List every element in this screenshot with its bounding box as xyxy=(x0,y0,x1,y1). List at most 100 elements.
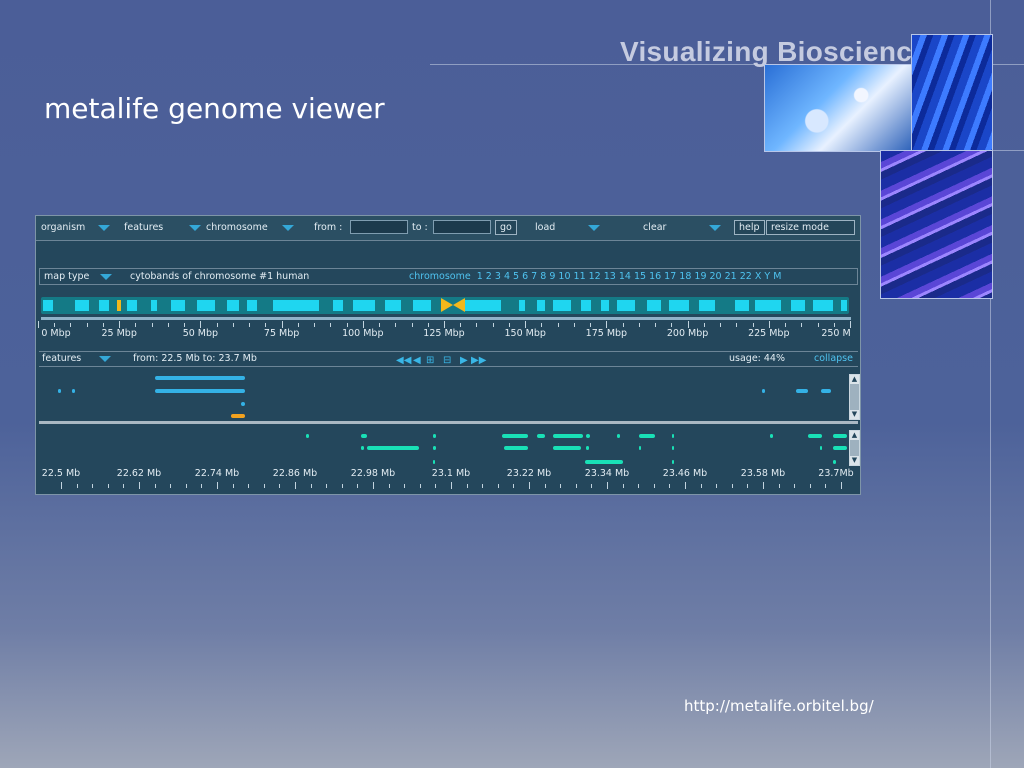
feature-bar[interactable] xyxy=(672,434,674,438)
features-track-menu[interactable]: features xyxy=(42,353,81,364)
map-type-menu[interactable]: map type xyxy=(44,271,89,282)
chromosome-link[interactable]: 1 xyxy=(474,271,483,282)
feature-bar[interactable] xyxy=(155,389,245,393)
from-input[interactable] xyxy=(350,220,408,234)
chromosome-link[interactable]: 7 xyxy=(528,271,537,282)
track-2-scrollbar[interactable]: ▲ ▼ xyxy=(849,430,860,466)
chromosome-link[interactable]: 20 xyxy=(706,271,722,282)
feature-bar[interactable] xyxy=(433,434,436,438)
resize-mode-button[interactable]: resize mode xyxy=(766,220,855,235)
chromosome-ideogram[interactable] xyxy=(41,297,849,314)
zoom-out-icon[interactable]: ⊟ xyxy=(443,355,451,366)
chromosome-link[interactable]: 2 xyxy=(483,271,492,282)
feature-bar[interactable] xyxy=(553,434,583,438)
chromosome-link[interactable]: 11 xyxy=(571,271,586,282)
feature-bar[interactable] xyxy=(672,460,674,464)
chromosome-link[interactable]: X xyxy=(752,271,762,282)
organism-menu[interactable]: organism xyxy=(41,222,85,233)
organism-dropdown-icon[interactable] xyxy=(98,225,110,231)
chromosome-link[interactable]: 15 xyxy=(631,271,646,282)
feature-bar[interactable] xyxy=(72,389,75,393)
chromosome-link[interactable]: 22 xyxy=(737,271,752,282)
chromosome-link[interactable]: 21 xyxy=(722,271,737,282)
source-url[interactable]: http://metalife.orbitel.bg/ xyxy=(684,697,874,715)
feature-bar[interactable] xyxy=(537,434,545,438)
chromosome-dropdown-icon[interactable] xyxy=(282,225,294,231)
feature-bar[interactable] xyxy=(796,389,808,393)
scroll-up-icon-2[interactable]: ▲ xyxy=(850,431,859,440)
chromosome-link[interactable]: Y xyxy=(761,271,770,282)
features-track-dropdown-icon[interactable] xyxy=(99,356,111,362)
feature-bar[interactable] xyxy=(820,446,822,450)
map-type-dropdown-icon[interactable] xyxy=(100,274,112,280)
load-dropdown-icon[interactable] xyxy=(588,225,600,231)
rewind-icon[interactable]: ◀◀ xyxy=(396,355,411,366)
feature-bar[interactable] xyxy=(639,434,655,438)
feature-bar[interactable] xyxy=(553,446,581,450)
chromosome-link[interactable]: 19 xyxy=(691,271,706,282)
feature-bar[interactable] xyxy=(833,434,847,438)
clear-menu[interactable]: clear xyxy=(643,222,666,233)
chromosome-menu[interactable]: chromosome xyxy=(206,222,268,233)
feature-bar[interactable] xyxy=(821,389,831,393)
feature-bar[interactable] xyxy=(367,446,419,450)
feature-bar[interactable] xyxy=(504,446,528,450)
to-input[interactable] xyxy=(433,220,491,234)
fast-forward-icon[interactable]: ▶▶ xyxy=(471,355,486,366)
feature-bar[interactable] xyxy=(241,402,245,406)
clear-dropdown-icon[interactable] xyxy=(709,225,721,231)
chromosome-link[interactable]: 14 xyxy=(616,271,631,282)
scale-tick xyxy=(184,323,186,327)
feature-bar[interactable] xyxy=(586,434,590,438)
chromosome-link[interactable]: M xyxy=(770,271,781,282)
feature-bar[interactable] xyxy=(231,414,245,418)
scale-tick xyxy=(139,482,140,489)
feature-bar[interactable] xyxy=(808,434,822,438)
scale-tick xyxy=(529,482,530,489)
feature-bar[interactable] xyxy=(672,446,674,450)
go-button[interactable]: go xyxy=(495,220,517,235)
feature-bar[interactable] xyxy=(306,434,309,438)
chromosome-link[interactable]: 12 xyxy=(586,271,601,282)
chromosome-link[interactable]: 10 xyxy=(555,271,570,282)
feature-bar[interactable] xyxy=(639,446,641,450)
features-dropdown-icon[interactable] xyxy=(189,225,201,231)
biology-photo-dna-grid xyxy=(911,34,993,152)
feature-bar[interactable] xyxy=(585,460,623,464)
feature-bar[interactable] xyxy=(502,434,528,438)
chromosome-link[interactable]: 3 xyxy=(492,271,501,282)
chromosome-link[interactable]: 13 xyxy=(601,271,616,282)
chromosome-link[interactable]: 16 xyxy=(646,271,661,282)
track-1-scrollbar[interactable]: ▲ ▼ xyxy=(849,374,860,420)
cytoband xyxy=(791,300,805,311)
feature-bar[interactable] xyxy=(770,434,773,438)
feature-bar[interactable] xyxy=(361,434,367,438)
feature-bar[interactable] xyxy=(58,389,61,393)
step-forward-icon[interactable]: ▶ xyxy=(460,355,468,366)
scroll-down-icon-2[interactable]: ▼ xyxy=(850,456,859,465)
feature-bar[interactable] xyxy=(361,446,364,450)
chromosome-link[interactable]: 17 xyxy=(661,271,676,282)
collapse-link[interactable]: collapse xyxy=(814,353,853,364)
scroll-down-icon[interactable]: ▼ xyxy=(850,410,859,419)
scale-tick xyxy=(622,323,624,327)
load-menu[interactable]: load xyxy=(535,222,555,233)
help-button[interactable]: help xyxy=(734,220,765,235)
scroll-up-icon[interactable]: ▲ xyxy=(850,375,859,384)
feature-bar[interactable] xyxy=(762,389,765,393)
features-menu[interactable]: features xyxy=(124,222,163,233)
chromosome-link[interactable]: 6 xyxy=(519,271,528,282)
feature-bar[interactable] xyxy=(833,446,847,450)
chromosome-link[interactable]: 4 xyxy=(501,271,510,282)
feature-bar[interactable] xyxy=(155,376,245,380)
chromosome-link[interactable]: 18 xyxy=(676,271,691,282)
feature-bar[interactable] xyxy=(617,434,620,438)
chromosome-link[interactable]: 5 xyxy=(510,271,519,282)
feature-bar[interactable] xyxy=(433,446,436,450)
feature-bar[interactable] xyxy=(433,460,435,464)
zoom-in-icon[interactable]: ⊞ xyxy=(426,355,434,366)
step-back-icon[interactable]: ◀ xyxy=(413,355,421,366)
feature-bar[interactable] xyxy=(833,460,836,464)
chromosome-link[interactable]: 8 xyxy=(537,271,546,282)
feature-bar[interactable] xyxy=(586,446,589,450)
